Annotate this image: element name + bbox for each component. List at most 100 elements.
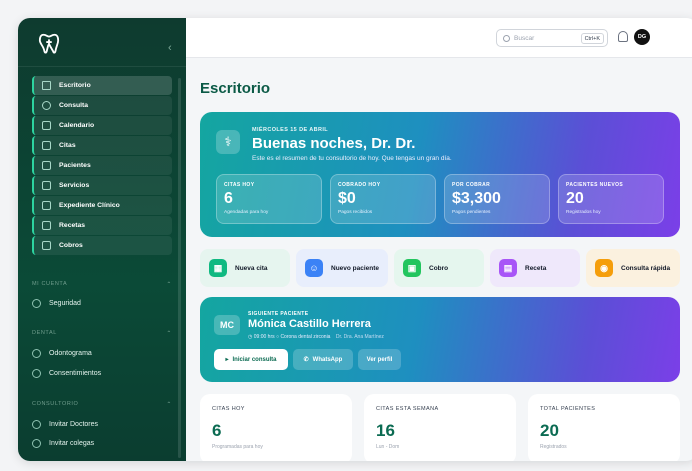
nuevo-paciente-button[interactable]: ☺ Nuevo paciente xyxy=(296,249,388,287)
topbar: Buscar Ctrl+K DG xyxy=(186,18,692,58)
sidebar-item-expediente[interactable]: Expediente Clínico xyxy=(32,196,172,215)
collapse-sidebar-button[interactable]: ‹ xyxy=(168,42,172,54)
welcome-banner: ⚕ MIÉRCOLES 15 DE ABRIL Buenas noches, D… xyxy=(200,112,680,237)
iniciar-consulta-button[interactable]: ▸ Iniciar consulta xyxy=(214,349,288,370)
stat-pacientes-nuevos: PACIENTES NUEVOS 20 Registrados hoy xyxy=(558,174,664,224)
section-consultorio[interactable]: CONSULTORIO ⌃ xyxy=(32,401,172,408)
ver-perfil-button[interactable]: Ver perfil xyxy=(358,349,401,370)
main-nav: Escritorio Consulta Calendario Citas Pac… xyxy=(32,76,172,256)
divider xyxy=(18,66,186,67)
card-label: CITAS HOY xyxy=(212,406,245,412)
stat-value: $3,300 xyxy=(452,190,501,207)
stat-label: CITAS HOY xyxy=(224,182,255,188)
sidebar-item-label: Calendario xyxy=(59,122,95,129)
shield-check-icon xyxy=(32,369,41,378)
card-value: 16 xyxy=(376,421,395,440)
sidebar-item-label: Expediente Clínico xyxy=(59,202,120,209)
users-plus-icon xyxy=(32,439,41,448)
card-total-pacientes: TOTAL PACIENTES 20 Registrados xyxy=(528,394,680,461)
sidebar-scrollbar[interactable] xyxy=(178,78,181,458)
receta-button[interactable]: ▤ Receta xyxy=(490,249,580,287)
sidebar-item-label: Citas xyxy=(59,142,76,149)
user-plus-icon xyxy=(32,420,41,429)
card-label: TOTAL PACIENTES xyxy=(540,406,596,412)
action-label: Receta xyxy=(525,264,547,272)
stat-caption: Registrados hoy xyxy=(566,210,601,215)
phone-icon: ✆ xyxy=(303,357,309,363)
sidebar-item-label: Escritorio xyxy=(59,82,91,89)
action-label: Consulta rápida xyxy=(621,264,671,272)
card-citas-semana: CITAS ESTA SEMANA 16 Lun - Dom xyxy=(364,394,516,461)
nueva-cita-button[interactable]: ▦ Nueva cita xyxy=(200,249,290,287)
play-circle-icon xyxy=(42,101,51,110)
appointment-doctor: Dr. Dra. Ana Martínez xyxy=(335,334,384,340)
stat-por-cobrar: POR COBRAR $3,300 Pagos pendientes xyxy=(444,174,550,224)
sidebar-item-escritorio[interactable]: Escritorio xyxy=(32,76,172,95)
stat-label: COBRADO HOY xyxy=(338,182,381,188)
banner-date: MIÉRCOLES 15 DE ABRIL xyxy=(252,127,329,133)
stat-label: POR COBRAR xyxy=(452,182,491,188)
shortcut-hint: Ctrl+K xyxy=(580,33,604,44)
file-icon xyxy=(42,201,51,210)
sidebar-item-calendario[interactable]: Calendario xyxy=(32,116,172,135)
sidebar-item-label: Consentimientos xyxy=(49,370,102,377)
calendar-check-icon xyxy=(42,141,51,150)
section-mi-cuenta[interactable]: MI CUENTA ⌃ xyxy=(32,281,172,288)
sidebar-item-recetas[interactable]: Recetas xyxy=(32,216,172,235)
chevron-up-icon: ⌃ xyxy=(166,331,172,337)
stat-cobrado-hoy: COBRADO HOY $0 Pagos recibidos xyxy=(330,174,436,224)
card-caption: Registrados xyxy=(540,444,567,450)
sidebar-item-citas[interactable]: Citas xyxy=(32,136,172,155)
cobro-button[interactable]: ▣ Cobro xyxy=(394,249,484,287)
calendar-icon: ▦ xyxy=(209,259,227,277)
app-window: ‹ Escritorio Consulta Calendario Citas P… xyxy=(18,18,692,461)
sidebar-item-label: Recetas xyxy=(59,222,86,229)
user-plus-icon: ☺ xyxy=(305,259,323,277)
card-icon: ▣ xyxy=(403,259,421,277)
button-label: Iniciar consulta xyxy=(232,356,277,363)
section-dental[interactable]: DENTAL ⌃ xyxy=(32,330,172,337)
stat-citas-hoy: CITAS HOY 6 Agendadas para hoy xyxy=(216,174,322,224)
stat-value: 20 xyxy=(566,190,584,207)
sidebar-item-label: Invitar Doctores xyxy=(49,421,99,428)
search-input[interactable]: Buscar Ctrl+K xyxy=(496,29,608,47)
sidebar-item-label: Pacientes xyxy=(59,162,91,169)
card-icon xyxy=(42,241,51,250)
clipboard-icon xyxy=(42,181,51,190)
tooth-icon xyxy=(32,349,41,358)
section-title: MI CUENTA xyxy=(32,281,68,287)
document-icon: ▤ xyxy=(499,259,517,277)
action-label: Nueva cita xyxy=(235,264,268,272)
sidebar-item-consulta[interactable]: Consulta xyxy=(32,96,172,115)
page-title: Escritorio xyxy=(200,80,271,97)
sidebar-item-seguridad[interactable]: Seguridad xyxy=(32,299,81,308)
sidebar-item-odontograma[interactable]: Odontograma xyxy=(32,349,92,358)
patient-details: ◷ 09:00 hrs ○ Corona dental zirconia Dr.… xyxy=(248,334,384,340)
sidebar-item-servicios[interactable]: Servicios xyxy=(32,176,172,195)
search-icon xyxy=(503,34,510,42)
avatar[interactable]: DG xyxy=(634,29,650,45)
sidebar-item-label: Odontograma xyxy=(49,350,92,357)
whatsapp-button[interactable]: ✆ WhatsApp xyxy=(293,349,353,370)
card-value: 6 xyxy=(212,421,222,440)
card-value: 20 xyxy=(540,421,559,440)
sidebar-item-consentimientos[interactable]: Consentimientos xyxy=(32,369,101,378)
card-caption: Lun - Dom xyxy=(376,444,400,450)
search-placeholder: Buscar xyxy=(514,34,535,42)
sidebar-item-cobros[interactable]: Cobros xyxy=(32,236,172,255)
sidebar: ‹ Escritorio Consulta Calendario Citas P… xyxy=(18,18,186,461)
sidebar-item-invitar-colegas[interactable]: Invitar colegas xyxy=(32,439,94,448)
sidebar-item-label: Consulta xyxy=(59,102,89,109)
home-icon xyxy=(42,81,51,90)
calendar-icon xyxy=(42,121,51,130)
banner-greeting: Buenas noches, Dr. Dr. xyxy=(252,135,416,152)
consulta-rapida-button[interactable]: ◉ Consulta rápida xyxy=(586,249,680,287)
logo-icon xyxy=(38,33,60,54)
stat-caption: Pagos pendientes xyxy=(452,210,491,215)
button-label: Ver perfil xyxy=(366,356,393,363)
bell-icon[interactable] xyxy=(618,31,628,42)
sidebar-item-invitar-doctores[interactable]: Invitar Doctores xyxy=(32,420,98,429)
sidebar-item-pacientes[interactable]: Pacientes xyxy=(32,156,172,175)
stat-value: $0 xyxy=(338,190,356,207)
sidebar-item-label: Cobros xyxy=(59,242,83,249)
